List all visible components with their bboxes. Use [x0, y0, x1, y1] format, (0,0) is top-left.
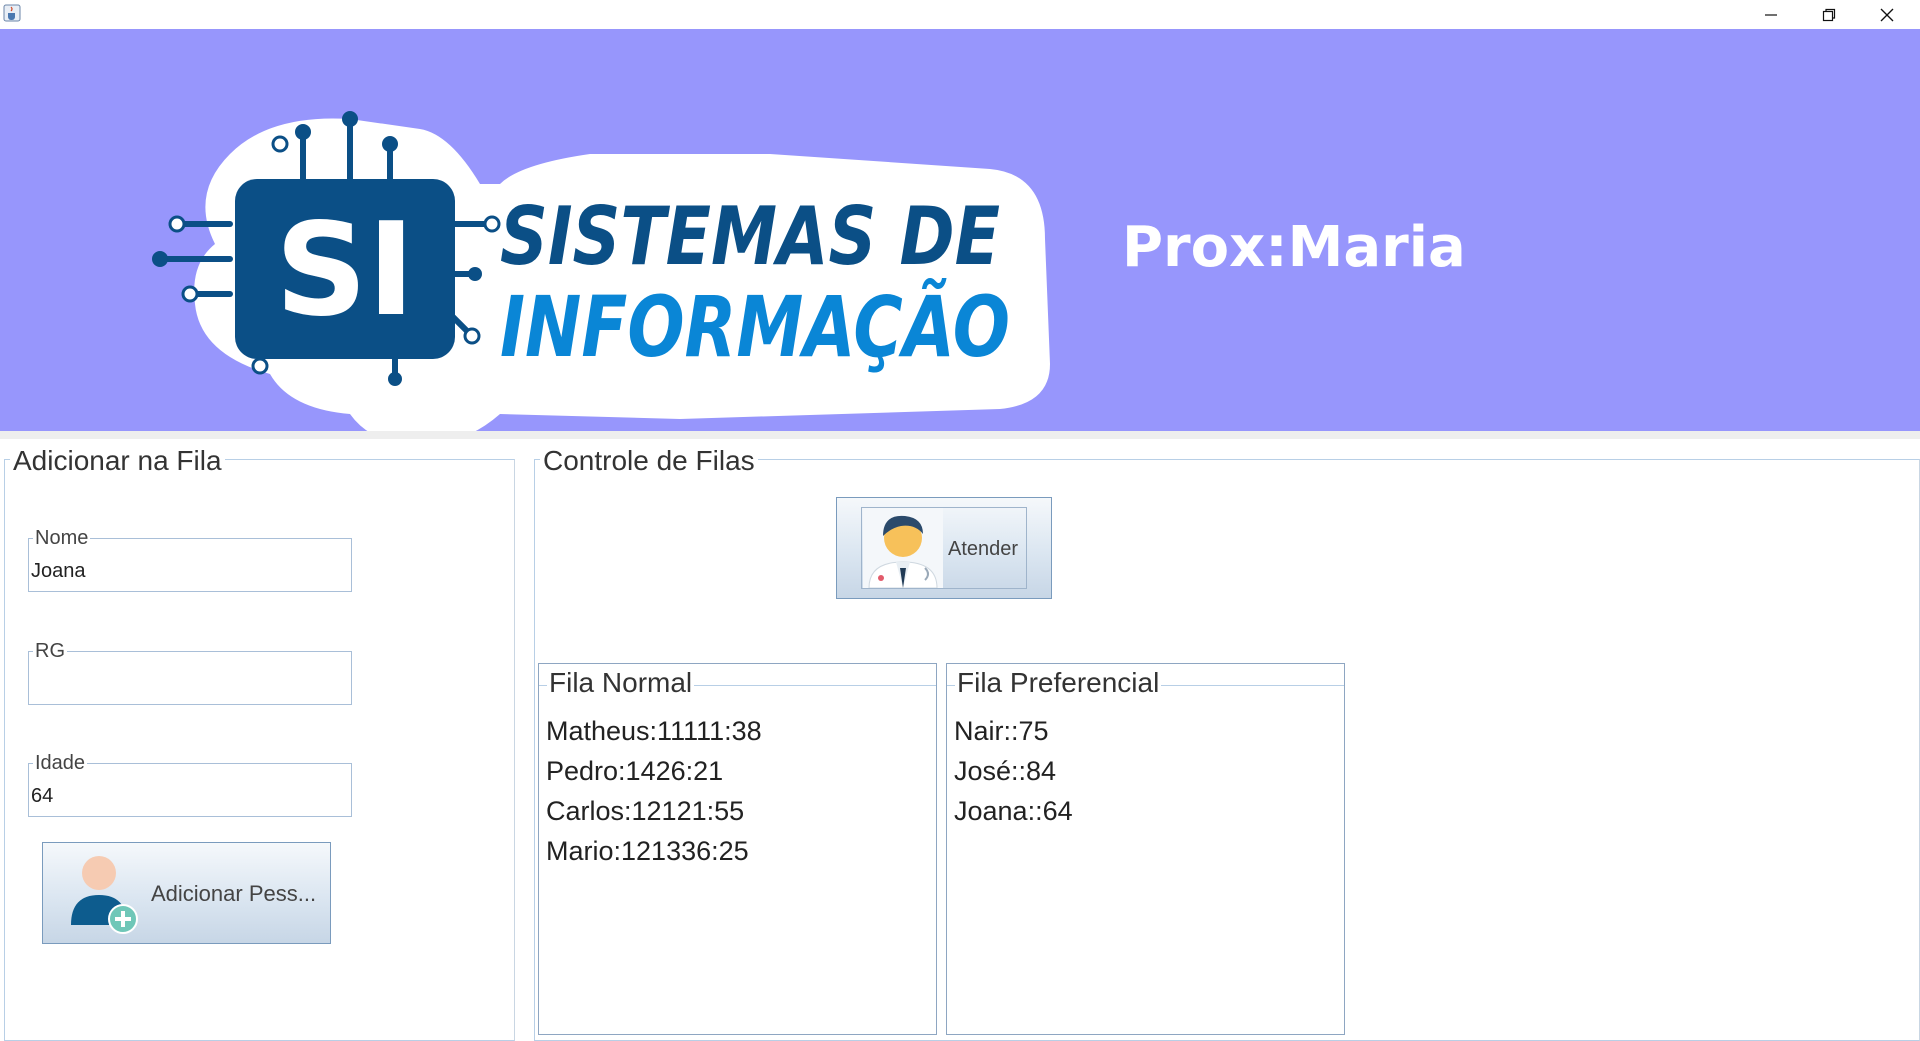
minimize-button[interactable]: [1742, 0, 1800, 29]
list-item[interactable]: José::84: [954, 751, 1073, 791]
attend-label: Atender: [948, 538, 1019, 560]
minimize-icon: [1765, 14, 1777, 16]
nome-field: Nome: [28, 526, 352, 592]
window-title-bar: [0, 0, 1920, 29]
close-icon: [1880, 8, 1894, 22]
restore-icon: [1822, 8, 1836, 22]
attend-button-inner: Atender: [861, 507, 1027, 589]
list-item[interactable]: Mario:121336:25: [546, 831, 762, 871]
idade-label: Idade: [33, 751, 88, 775]
logo-line-2: INFORMAÇÃO: [500, 278, 1010, 376]
doctor-icon: [863, 508, 943, 588]
list-item[interactable]: Pedro:1426:21: [546, 751, 762, 791]
list-item[interactable]: Nair::75: [954, 711, 1073, 751]
preferential-queue-box: Fila Preferencial Nair::75 José::84 Joan…: [946, 663, 1345, 1035]
normal-queue-list[interactable]: Matheus:11111:38 Pedro:1426:21 Carlos:12…: [546, 711, 762, 871]
idade-input[interactable]: [31, 782, 341, 810]
java-cup-icon: [3, 4, 21, 22]
restore-button[interactable]: [1800, 0, 1858, 29]
nome-label: Nome: [33, 526, 91, 550]
preferential-queue-title: Fila Preferencial: [955, 667, 1162, 699]
list-item[interactable]: Joana::64: [954, 791, 1073, 831]
add-person-label: Adicionar Pess...: [151, 881, 317, 906]
header-banner: SI SISTEMAS DE INFORMAÇÃO Prox:Maria: [0, 29, 1920, 434]
attend-button[interactable]: Atender: [836, 497, 1052, 599]
logo-line-1: SISTEMAS DE: [500, 190, 1000, 283]
normal-queue-box: Fila Normal Matheus:11111:38 Pedro:1426:…: [538, 663, 937, 1035]
next-patient-label: Prox:Maria: [1122, 215, 1466, 280]
idade-field: Idade: [28, 751, 352, 817]
sistemas-de-informacao-logo: SI SISTEMAS DE INFORMAÇÃO: [152, 111, 1050, 434]
add-person-button[interactable]: Adicionar Pess...: [42, 842, 331, 944]
add-person-icon: [71, 856, 138, 934]
rg-label: RG: [33, 639, 67, 663]
logo-badge-text: SI: [275, 196, 415, 345]
rg-input[interactable]: [31, 670, 341, 698]
normal-queue-title: Fila Normal: [547, 667, 695, 699]
list-item[interactable]: Matheus:11111:38: [546, 711, 762, 751]
add-panel-title: Adicionar na Fila: [10, 445, 225, 477]
banner-divider: [0, 431, 1920, 439]
close-button[interactable]: [1858, 0, 1916, 29]
nome-input[interactable]: [31, 557, 341, 585]
preferential-queue-list[interactable]: Nair::75 José::84 Joana::64: [954, 711, 1073, 831]
control-panel-title: Controle de Filas: [540, 445, 758, 477]
list-item[interactable]: Carlos:12121:55: [546, 791, 762, 831]
rg-field: RG: [28, 639, 352, 705]
add-to-queue-panel: Adicionar na Fila Nome RG Idade Adiciona…: [4, 445, 515, 1041]
